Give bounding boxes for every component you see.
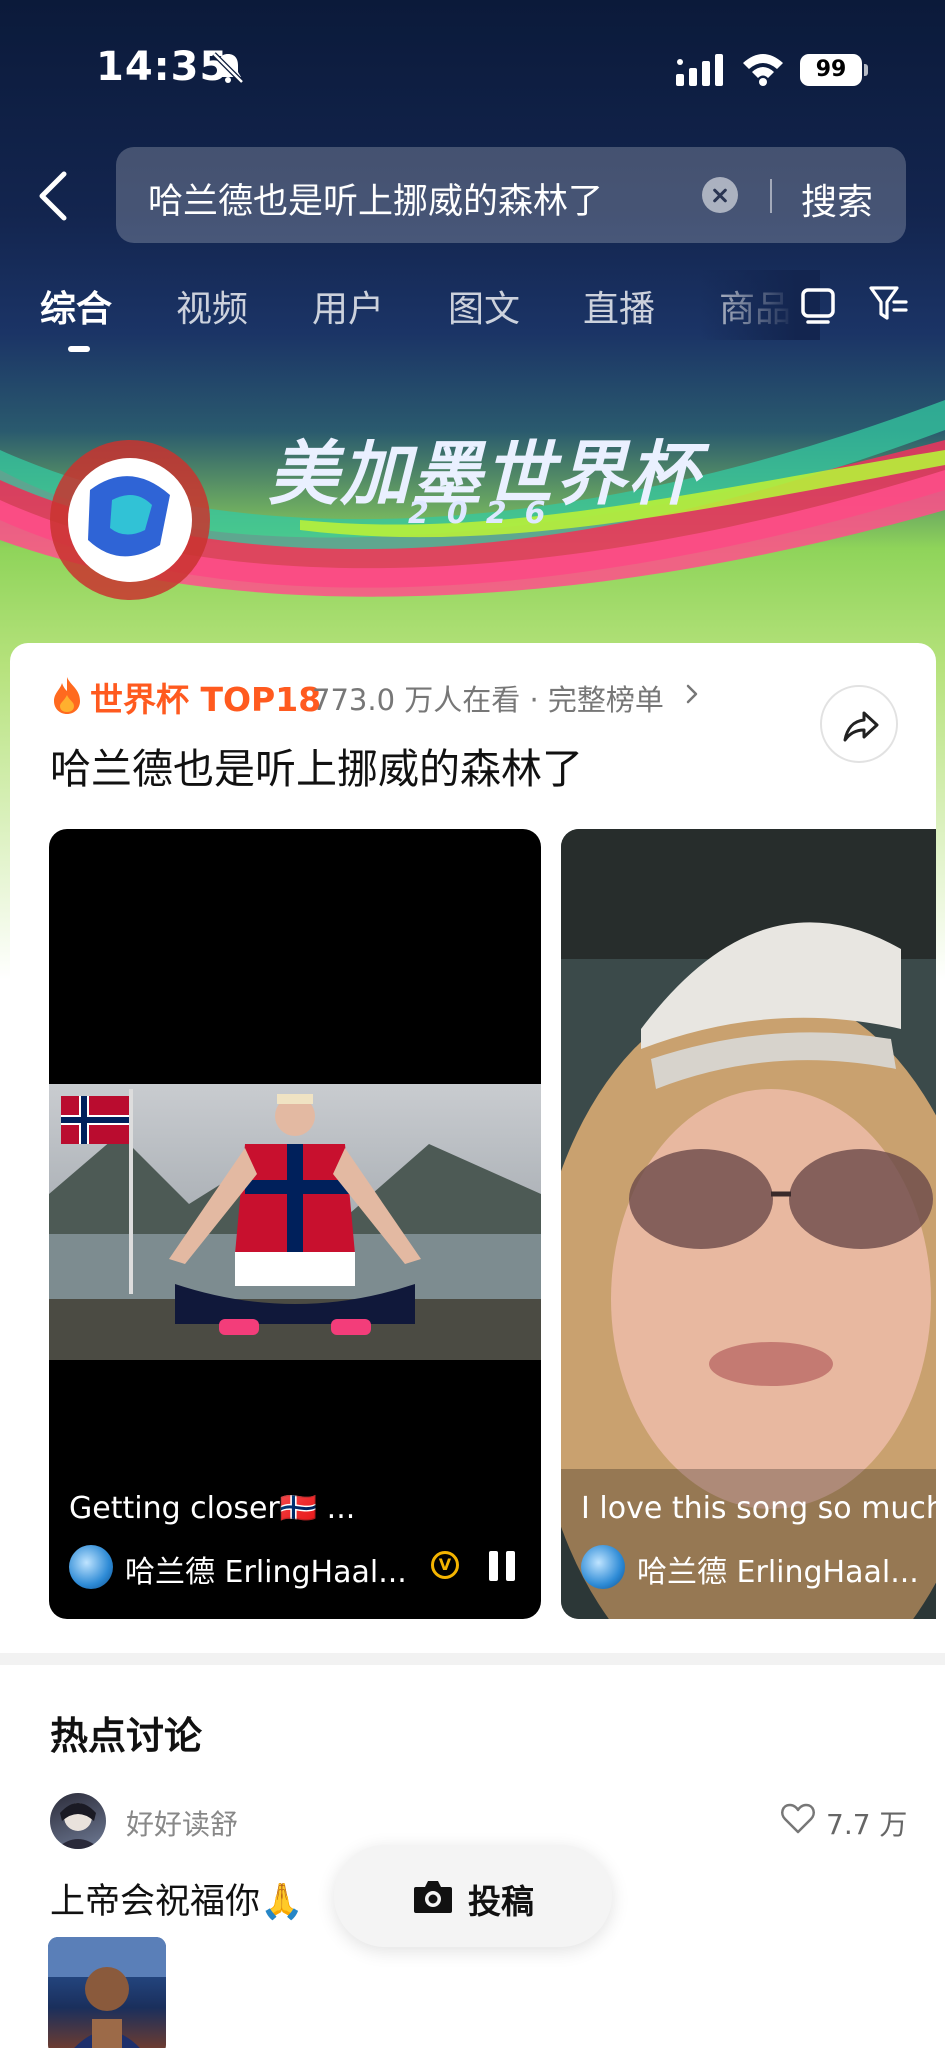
hot-topic-title[interactable]: 哈兰德也是听上挪威的森林了	[50, 735, 583, 795]
post-image[interactable]	[48, 1937, 166, 2048]
hot-meta[interactable]: 773.0 万人在看 · 完整榜单	[312, 677, 664, 719]
avatar[interactable]	[50, 1793, 106, 1849]
clear-icon[interactable]	[702, 177, 738, 213]
tab-all[interactable]: 综合	[40, 280, 112, 332]
video-card[interactable]: Getting closer🇳🇴 ... 哈兰德 ErlingHaal... V	[49, 829, 541, 1619]
video-card[interactable]: I love this song so much 哈兰德 ErlingHaal.…	[561, 829, 936, 1619]
chevron-right-icon[interactable]	[684, 683, 700, 705]
tab-posts[interactable]: 图文	[448, 280, 520, 332]
status-time: 14:35	[96, 44, 229, 90]
world-cup-banner[interactable]: 美加墨世界杯 2026	[0, 370, 945, 610]
video-caption: I love this song so much	[581, 1491, 936, 1526]
avatar[interactable]	[581, 1545, 625, 1589]
camera-icon	[414, 1881, 452, 1913]
back-icon[interactable]	[34, 170, 74, 222]
like-count: 7.7 万	[826, 1808, 908, 1841]
tab-live[interactable]: 直播	[583, 280, 655, 332]
active-tab-indicator	[68, 346, 90, 352]
video-author[interactable]: 哈兰德 ErlingHaal...	[637, 1547, 919, 1591]
tab-users[interactable]: 用户	[312, 280, 384, 332]
search-input[interactable]: 哈兰德也是听上挪威的森林了	[148, 173, 603, 224]
pause-icon[interactable]	[487, 1549, 517, 1583]
post-image-graphic	[48, 1937, 166, 2048]
video-caption: Getting closer🇳🇴 ...	[69, 1491, 356, 1526]
signal-icon	[676, 54, 723, 86]
video-thumbnail	[49, 1084, 541, 1360]
search-divider	[770, 179, 772, 213]
post-author[interactable]: 好好读舒	[126, 1803, 238, 1843]
battery-level: 99	[800, 54, 862, 86]
hot-topic-card: 世界杯 TOP18 773.0 万人在看 · 完整榜单 哈兰德也是听上挪威的森林…	[10, 643, 936, 1653]
share-button[interactable]	[820, 685, 898, 763]
search-button[interactable]: 搜索	[801, 173, 873, 225]
post-button-label: 投稿	[468, 1882, 534, 1921]
banner-year: 2026	[408, 496, 564, 531]
filter-icon[interactable]	[868, 284, 908, 324]
section-gap	[0, 1653, 945, 1665]
battery-tip	[864, 64, 868, 76]
hot-rank-label[interactable]: 世界杯 TOP18	[90, 673, 321, 721]
bell-off-icon	[212, 52, 244, 84]
status-bar: 14:35 99	[0, 0, 945, 140]
video-author[interactable]: 哈兰德 ErlingHaal...	[125, 1547, 407, 1591]
flame-icon	[54, 677, 80, 714]
post-text[interactable]: 上帝会祝福你🙏	[50, 1873, 304, 1924]
avatar-image	[56, 1803, 100, 1849]
tab-video[interactable]: 视频	[176, 280, 248, 332]
search-bar[interactable]: 哈兰德也是听上挪威的森林了 搜索	[116, 147, 906, 243]
share-icon	[843, 711, 879, 742]
wifi-icon	[743, 54, 783, 86]
post-button[interactable]: 投稿	[334, 1845, 612, 1947]
avatar[interactable]	[69, 1545, 113, 1589]
window-icon[interactable]	[800, 284, 836, 324]
section-title: 热点讨论	[50, 1714, 203, 1758]
meditation-scene-image	[49, 1084, 541, 1360]
verified-badge: V	[431, 1551, 459, 1579]
heart-icon[interactable]	[780, 1801, 816, 1835]
